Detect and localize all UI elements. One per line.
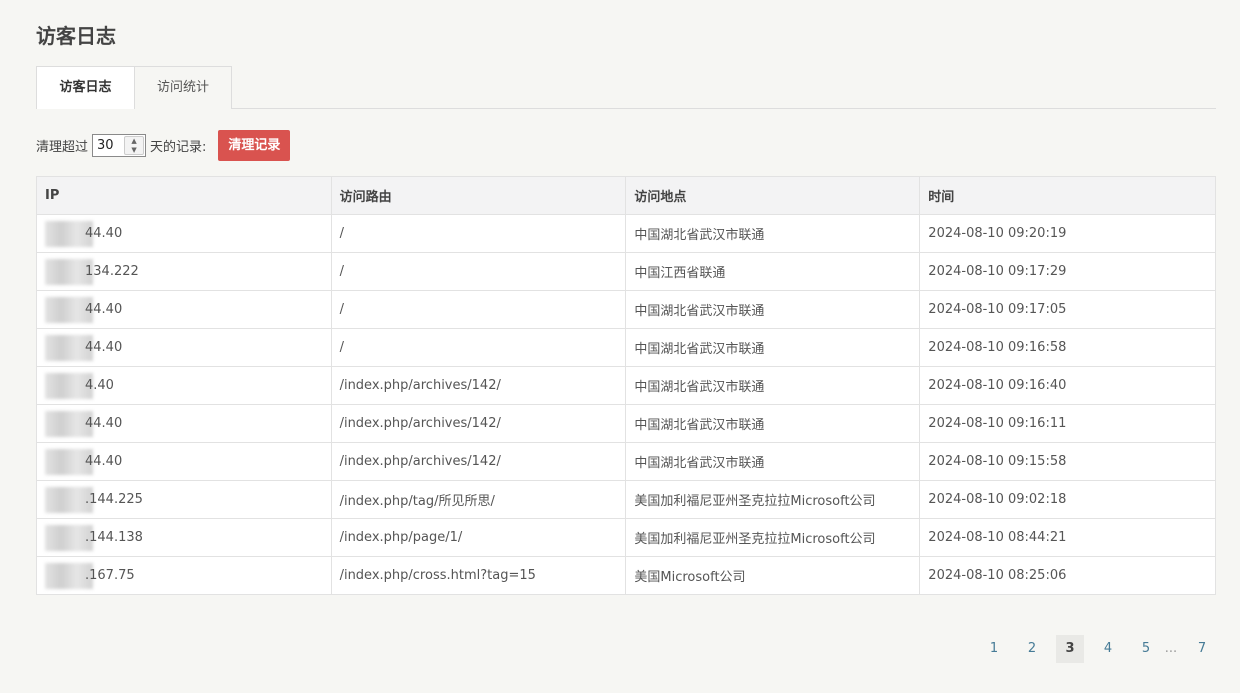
ip-cell: 44.40 — [36, 442, 332, 481]
location-cell: 中国湖北省武汉市联通 — [625, 290, 921, 329]
tab-visit-stats[interactable]: 访问统计 — [134, 66, 232, 109]
column-header-time: 时间 — [919, 176, 1216, 215]
cleanup-toolbar: 清理超过 ▲ ▼ 天的记录: 清理记录 — [36, 130, 291, 161]
ip-text: 44.40 — [85, 454, 123, 469]
time-cell: 2024-08-10 09:02:18 — [919, 480, 1216, 519]
ip-text: 44.40 — [85, 416, 123, 431]
pagination-page-link[interactable]: 7 — [1188, 635, 1216, 663]
table-row: 4.40/index.php/archives/142/中国湖北省武汉市联通 20… — [36, 366, 1216, 405]
location-cell: 美国加利福尼亚州圣克拉拉Microsoft公司 — [625, 480, 921, 519]
cleanup-suffix-label: 天的记录: — [150, 140, 207, 155]
location-cell: 中国湖北省武汉市联通 — [625, 404, 921, 443]
chevron-down-icon[interactable]: ▼ — [125, 146, 143, 155]
time-cell: 2024-08-10 09:17:29 — [919, 252, 1216, 291]
ip-cell: .144.225 — [36, 480, 332, 519]
days-spinner[interactable]: ▲ ▼ — [124, 136, 145, 155]
time-cell: 2024-08-10 08:25:06 — [919, 556, 1216, 595]
pagination-ellipsis: ... — [1164, 641, 1178, 656]
ip-text: 44.40 — [85, 226, 123, 241]
visitor-log-page: 访客日志 访客日志 访问统计 清理超过 ▲ ▼ 天的记录: 清理记录 IP 访问… — [0, 0, 1240, 693]
time-cell: 2024-08-10 09:16:58 — [919, 328, 1216, 367]
pagination-page-link[interactable]: 4 — [1094, 635, 1122, 663]
table-header-row: IP 访问路由 访问地点 时间 — [36, 176, 1216, 215]
ip-text: 44.40 — [85, 340, 123, 355]
table-row: 44.40 /中国湖北省武汉市联通 2024-08-10 09:20:19 — [36, 214, 1216, 253]
time-cell: 2024-08-10 08:44:21 — [919, 518, 1216, 557]
ip-text: 4.40 — [85, 378, 114, 393]
route-cell: / — [330, 214, 627, 253]
ip-text: .144.138 — [85, 530, 143, 545]
route-cell: /index.php/archives/142/ — [330, 366, 627, 405]
table-row: 134.222 /中国江西省联通 2024-08-10 09:17:29 — [36, 252, 1216, 291]
ip-cell: .144.138 — [36, 518, 332, 557]
route-cell: / — [330, 328, 627, 367]
ip-cell: 44.40 — [36, 404, 332, 443]
ip-text: 44.40 — [85, 302, 123, 317]
ip-cell: 44.40 — [36, 328, 332, 367]
route-cell: /index.php/archives/142/ — [330, 404, 627, 443]
ip-text: .144.225 — [85, 492, 143, 507]
table-body: 44.40/中国湖北省武汉市联通 2024-08-10 09:20:19 134.2… — [36, 214, 1216, 595]
pagination-page-link[interactable]: 5 — [1132, 635, 1160, 663]
table-row: 44.40/index.php/archives/142/中国湖北省武汉市联通 2… — [36, 404, 1216, 443]
ip-cell: 4.40 — [36, 366, 332, 405]
clear-records-button[interactable]: 清理记录 — [218, 130, 291, 161]
time-cell: 2024-08-10 09:15:58 — [919, 442, 1216, 481]
time-cell: 2024-08-10 09:16:40 — [919, 366, 1216, 405]
cleanup-prefix-label: 清理超过 — [36, 140, 89, 155]
location-cell: 中国湖北省武汉市联通 — [625, 442, 921, 481]
ip-text: 134.222 — [85, 264, 139, 279]
route-cell: /index.php/archives/142/ — [330, 442, 627, 481]
ip-cell: 134.222 — [36, 252, 332, 291]
location-cell: 中国江西省联通 — [625, 252, 921, 291]
table-row: 44.40 /中国湖北省武汉市联通 2024-08-10 09:17:05 — [36, 290, 1216, 329]
location-cell: 美国Microsoft公司 — [625, 556, 921, 595]
route-cell: /index.php/page/1/ — [330, 518, 627, 557]
tab-bar: 访客日志 访问统计 — [36, 66, 1216, 109]
route-cell: / — [330, 290, 627, 329]
table-row: .144.225/index.php/tag/所见所思/美国加利福尼亚州圣克拉拉… — [36, 480, 1216, 519]
tab-visitor-log[interactable]: 访客日志 — [36, 66, 135, 109]
pagination-page-link[interactable]: 2 — [1018, 635, 1046, 663]
table-row: 44.40/index.php/archives/142/中国湖北省武汉市联通 2… — [36, 442, 1216, 481]
ip-text: .167.75 — [85, 568, 135, 583]
chevron-up-icon[interactable]: ▲ — [125, 137, 143, 146]
location-cell: 中国湖北省武汉市联通 — [625, 328, 921, 367]
time-cell: 2024-08-10 09:20:19 — [919, 214, 1216, 253]
column-header-ip: IP — [36, 176, 332, 215]
location-cell: 中国湖北省武汉市联通 — [625, 214, 921, 253]
column-header-location: 访问地点 — [625, 176, 921, 215]
days-input[interactable] — [93, 135, 124, 156]
time-cell: 2024-08-10 09:16:11 — [919, 404, 1216, 443]
route-cell: /index.php/tag/所见所思/ — [330, 480, 627, 519]
days-stepper[interactable]: ▲ ▼ — [92, 134, 147, 157]
time-cell: 2024-08-10 09:17:05 — [919, 290, 1216, 329]
ip-cell: .167.75 — [36, 556, 332, 595]
route-cell: /index.php/cross.html?tag=15 — [330, 556, 627, 595]
ip-cell: 44.40 — [36, 214, 332, 253]
column-header-route: 访问路由 — [330, 176, 627, 215]
ip-cell: 44.40 — [36, 290, 332, 329]
pagination: 1 2 3 4 5... 7 — [970, 635, 1216, 663]
page-title: 访客日志 — [36, 24, 116, 48]
table-row: .167.75/index.php/cross.html?tag=15 美国Mic… — [36, 556, 1216, 595]
pagination-page-link[interactable]: 1 — [980, 635, 1008, 663]
location-cell: 中国湖北省武汉市联通 — [625, 366, 921, 405]
route-cell: / — [330, 252, 627, 291]
visitor-log-table: IP 访问路由 访问地点 时间 44.40/中国湖北省武汉市联通 2024-08-… — [36, 176, 1216, 595]
pagination-current-page: 3 — [1056, 635, 1084, 663]
table-row: 44.40 /中国湖北省武汉市联通 2024-08-10 09:16:58 — [36, 328, 1216, 367]
table-row: .144.138/index.php/page/1/美国加利福尼亚州圣克拉拉Mi… — [36, 518, 1216, 557]
location-cell: 美国加利福尼亚州圣克拉拉Microsoft公司 — [625, 518, 921, 557]
